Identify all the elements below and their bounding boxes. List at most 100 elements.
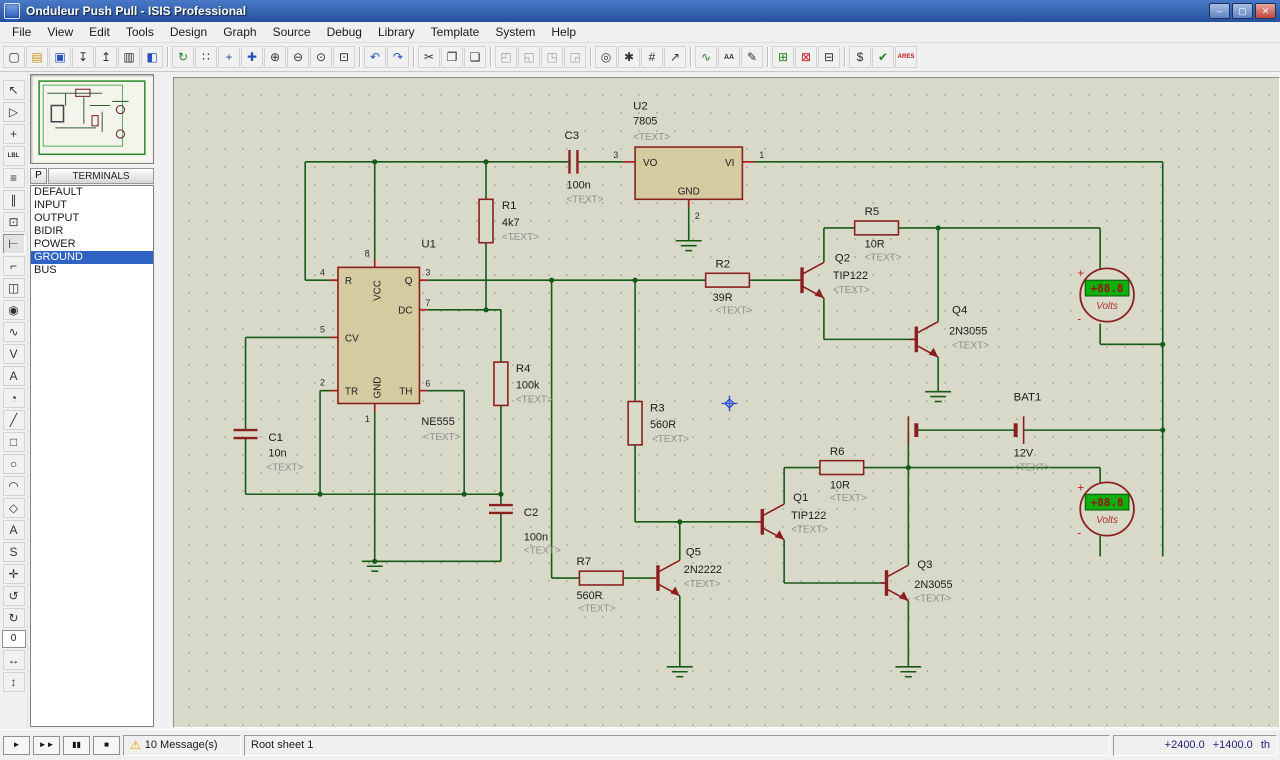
packaging-tool-icon[interactable]: # [641,46,663,68]
schematic-canvas[interactable]: R CV TR Q DC TH VCC GND 4 5 2 8 3 7 6 1 … [173,77,1280,728]
menu-tools[interactable]: Tools [118,23,162,41]
zoom-area-icon[interactable]: ⊡ [333,46,355,68]
ground-icon[interactable] [924,390,952,403]
rotation-angle-box[interactable]: 0 [1,630,26,648]
list-item-ground[interactable]: GROUND [31,251,153,264]
schematic[interactable]: R CV TR Q DC TH VCC GND 4 5 2 8 3 7 6 1 … [174,78,1279,727]
2d-text-icon[interactable]: A [2,520,25,540]
bus-mode-icon[interactable]: ∥ [2,190,25,210]
import-section-icon[interactable]: ↧ [72,46,94,68]
export-section-icon[interactable]: ↥ [95,46,117,68]
mark-output-area-icon[interactable]: ◧ [141,46,163,68]
pick-parts-icon[interactable]: ◎ [595,46,617,68]
list-item-input[interactable]: INPUT [31,199,153,212]
block-copy-icon[interactable]: ◰ [495,46,517,68]
subcircuit-mode-icon[interactable]: ⊡ [2,212,25,232]
menu-graph[interactable]: Graph [215,23,264,41]
cut-icon[interactable]: ✂ [418,46,440,68]
wire-label-mode-icon[interactable]: LBL [2,146,25,166]
open-design-icon[interactable]: ▤ [26,46,48,68]
component-c1[interactable]: C1 10n <TEXT> [233,428,304,474]
remove-sheet-icon[interactable]: ⊠ [795,46,817,68]
component-q2[interactable]: Q2 TIP122 <TEXT> [794,252,870,300]
play-button[interactable]: ► [3,735,30,755]
ground-terminals[interactable] [361,239,952,678]
voltage-probe-mode-icon[interactable]: V [2,344,25,364]
copy-icon[interactable]: ❐ [441,46,463,68]
menu-help[interactable]: Help [543,23,584,41]
step-button[interactable]: ►► [33,735,60,755]
component-c2[interactable]: C2 100n <TEXT> [489,503,561,556]
selection-mode-icon[interactable]: ↖ [2,80,25,100]
menu-debug[interactable]: Debug [319,23,370,41]
terminal-mode-icon[interactable]: ⊢ [2,234,25,254]
menu-library[interactable]: Library [370,23,423,41]
component-r2[interactable]: R2 39R <TEXT> [704,258,753,317]
menu-edit[interactable]: Edit [81,23,118,41]
voltmeter-1[interactable]: +88.8 Volts + - [1077,266,1135,326]
search-and-tag-icon[interactable]: AA [718,46,740,68]
component-mode-icon[interactable]: ▷ [2,102,25,122]
bill-of-materials-icon[interactable]: $ [849,46,871,68]
print-icon[interactable]: ▥ [118,46,140,68]
goto-sheet-icon[interactable]: ⊟ [818,46,840,68]
maximize-button[interactable]: ▢ [1232,3,1253,19]
save-design-icon[interactable]: ▣ [49,46,71,68]
menu-design[interactable]: Design [162,23,215,41]
pause-button[interactable]: ▮▮ [63,735,90,755]
rotate-anticlockwise-icon[interactable]: ↺ [2,586,25,606]
list-item-bus[interactable]: BUS [31,264,153,277]
new-file-icon[interactable]: ▢ [3,46,25,68]
redraw-icon[interactable]: ↻ [172,46,194,68]
ground-icon[interactable] [666,666,694,678]
pick-device-button[interactable]: P [30,168,47,184]
2d-line-icon[interactable]: ╱ [2,410,25,430]
undo-icon[interactable]: ↶ [364,46,386,68]
component-r5[interactable]: R5 10R <TEXT> [853,206,902,263]
2d-circle-icon[interactable]: ○ [2,454,25,474]
zoom-out-icon[interactable]: ⊖ [287,46,309,68]
device-pin-mode-icon[interactable]: ⌐ [2,256,25,276]
center-at-cursor-icon[interactable]: ✚ [241,46,263,68]
voltmeter-2[interactable]: +88.8 Volts + - [1077,480,1135,540]
component-bat1[interactable]: BAT1 12V <TEXT> [907,392,1051,474]
component-r1[interactable]: R1 4k7 <TEXT> [478,198,539,244]
2d-symbol-icon[interactable]: S [2,542,25,562]
list-item-bidir[interactable]: BIDIR [31,225,153,238]
2d-box-icon[interactable]: □ [2,432,25,452]
block-rotate-icon[interactable]: ◳ [541,46,563,68]
junction-dot-mode-icon[interactable]: + [2,124,25,144]
component-q5[interactable]: Q5 2N2222 <TEXT> [650,546,722,598]
marker-mode-icon[interactable]: ✛ [2,564,25,584]
2d-arc-icon[interactable]: ◠ [2,476,25,496]
2d-path-icon[interactable]: ◇ [2,498,25,518]
property-assignment-icon[interactable]: ✎ [741,46,763,68]
ground-icon[interactable] [675,239,703,252]
menu-file[interactable]: File [4,23,39,41]
menu-template[interactable]: Template [423,23,488,41]
title-bar[interactable]: Onduleur Push Pull - ISIS Professional –… [0,0,1280,22]
component-q4[interactable]: Q4 2N3055 <TEXT> [908,305,989,359]
tape-recorder-mode-icon[interactable]: ◉ [2,300,25,320]
close-button[interactable]: ✕ [1255,3,1276,19]
decompose-icon[interactable]: ↗ [664,46,686,68]
text-script-mode-icon[interactable]: ≡ [2,168,25,188]
redo-icon[interactable]: ↷ [387,46,409,68]
mirror-vertical-icon[interactable]: ↕ [2,672,25,692]
component-r7[interactable]: R7 560R <TEXT> [576,556,624,615]
virtual-instrument-mode-icon[interactable]: ◔ [2,388,25,408]
electrical-rule-check-icon[interactable]: ✔ [872,46,894,68]
component-c3[interactable]: C3 100n <TEXT> [565,130,604,205]
overview-minimap[interactable] [30,74,154,164]
menu-view[interactable]: View [39,23,81,41]
list-item-power[interactable]: POWER [31,238,153,251]
toggle-grid-icon[interactable]: ∷ [195,46,217,68]
component-r3[interactable]: R3 560R <TEXT> [627,400,689,446]
ground-icon[interactable] [894,666,923,678]
new-sheet-icon[interactable]: ⊞ [772,46,794,68]
minimize-button[interactable]: – [1209,3,1230,19]
graph-mode-icon[interactable]: ◫ [2,278,25,298]
zoom-in-icon[interactable]: ⊕ [264,46,286,68]
component-r6[interactable]: R6 10R <TEXT> [819,446,867,504]
stop-button[interactable]: ■ [93,735,120,755]
